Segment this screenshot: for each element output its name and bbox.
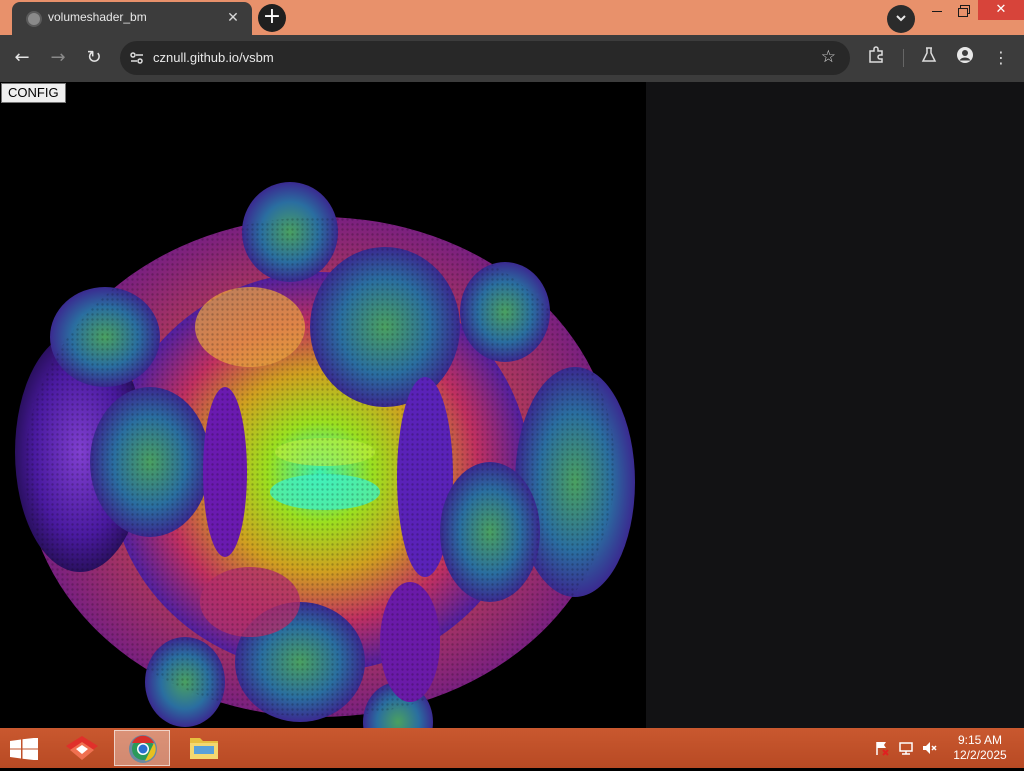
restore-button[interactable] bbox=[952, 2, 974, 20]
tab-close-button[interactable]: ✕ bbox=[224, 9, 242, 27]
title-bar: volumeshader_bm ✕ + ✕ bbox=[0, 0, 1024, 35]
taskbar-clock[interactable]: 9:15 AM 12/2/2025 bbox=[938, 733, 1022, 763]
menu-kebab-icon[interactable]: ⋮ bbox=[989, 46, 1013, 70]
network-icon[interactable] bbox=[898, 740, 914, 756]
bookmark-star-icon[interactable]: ☆ bbox=[821, 47, 836, 67]
url-text[interactable]: cznull.github.io/vsbm bbox=[153, 50, 274, 65]
toolbar-separator bbox=[903, 49, 904, 67]
speaker-muted-icon[interactable] bbox=[921, 740, 937, 756]
profile-icon[interactable] bbox=[953, 46, 977, 70]
back-button[interactable]: ← bbox=[9, 45, 35, 71]
address-bar[interactable]: cznull.github.io/vsbm ☆ bbox=[120, 41, 850, 75]
mandelbulb-render bbox=[15, 182, 635, 728]
windows-start-icon[interactable] bbox=[10, 738, 38, 760]
fractal-canvas[interactable]: CONFIG bbox=[0, 82, 646, 728]
app-launcher-icon bbox=[66, 736, 98, 760]
tab-search-button[interactable] bbox=[887, 5, 915, 33]
browser-toolbar: ← → ↻ cznull.github.io/vsbm ☆ ⋮ bbox=[0, 35, 1024, 82]
reload-button[interactable]: ↻ bbox=[81, 45, 107, 71]
chevron-down-icon bbox=[896, 15, 906, 22]
clock-date: 12/2/2025 bbox=[953, 748, 1007, 762]
taskbar-chrome[interactable] bbox=[114, 730, 170, 766]
folder-icon bbox=[190, 738, 218, 759]
clock-time: 9:15 AM bbox=[957, 733, 1003, 747]
page-viewport: CONFIG bbox=[0, 82, 1024, 728]
taskbar-file-explorer[interactable] bbox=[176, 730, 232, 766]
tab-volumeshader[interactable]: volumeshader_bm ✕ bbox=[12, 2, 252, 35]
forward-button[interactable]: → bbox=[45, 45, 71, 71]
action-center-flag-icon[interactable] bbox=[874, 740, 890, 756]
site-info-icon[interactable] bbox=[128, 49, 146, 67]
globe-icon bbox=[26, 11, 42, 27]
tab-title: volumeshader_bm bbox=[48, 10, 147, 24]
taskbar-app-launcher[interactable] bbox=[54, 730, 110, 766]
window-close-button[interactable]: ✕ bbox=[978, 0, 1024, 20]
minimize-button[interactable] bbox=[926, 2, 948, 20]
extensions-icon[interactable] bbox=[864, 46, 888, 70]
config-button[interactable]: CONFIG bbox=[1, 83, 66, 103]
new-tab-button[interactable]: + bbox=[258, 4, 286, 32]
chrome-icon bbox=[129, 735, 157, 763]
windows-taskbar: 9:15 AM 12/2/2025 bbox=[0, 728, 1024, 768]
labs-flask-icon[interactable] bbox=[917, 46, 941, 70]
